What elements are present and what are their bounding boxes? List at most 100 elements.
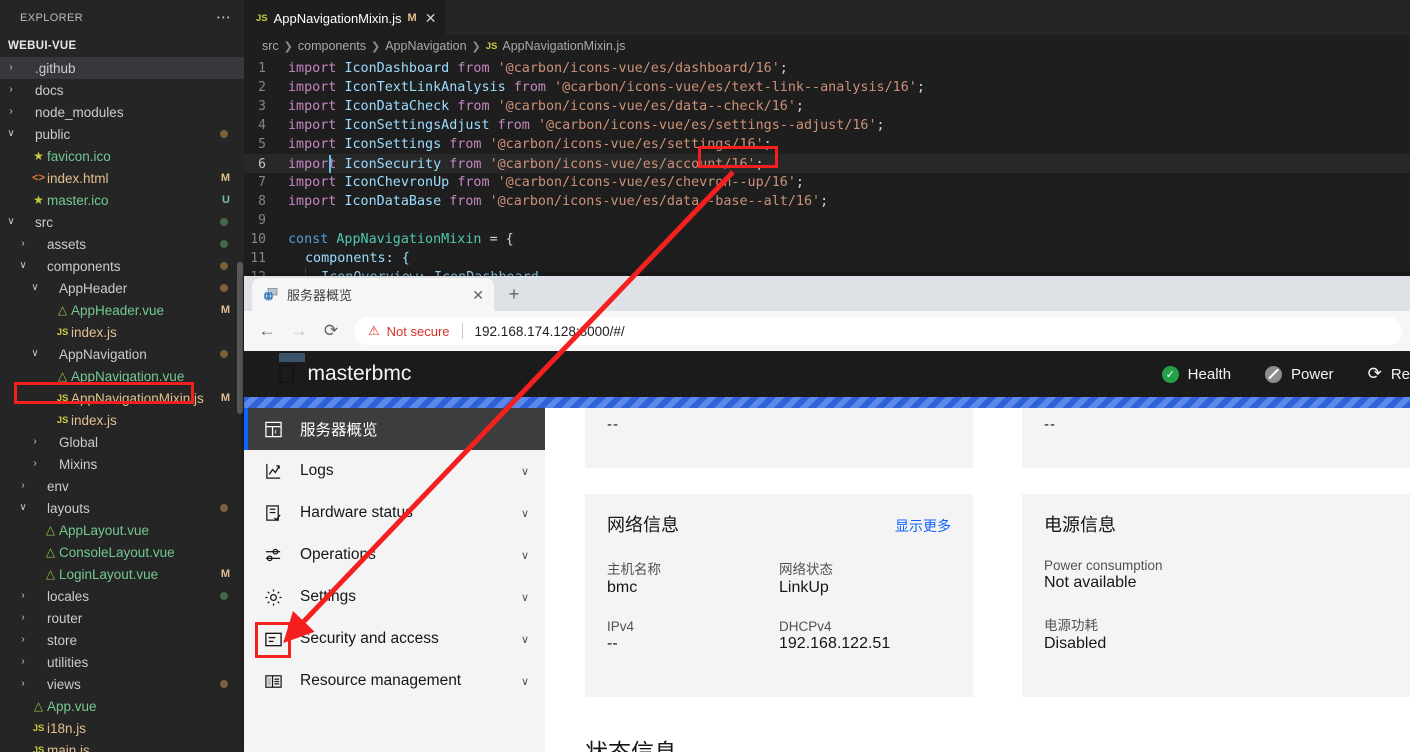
file-tree-item[interactable]: JS index.js [0,321,244,343]
file-tree-item[interactable]: ∨ AppNavigation [0,343,244,365]
close-icon[interactable]: ✕ [472,288,484,302]
browser-tab-server-overview[interactable]: 服务器概览 ✕ [252,278,494,311]
string-token: '@carbon/icons-vue/es/dashboard/16' [497,61,780,76]
file-tree-item[interactable]: › docs [0,79,244,101]
file-tree-item-label: views [47,676,81,692]
chevron-right-icon[interactable]: › [16,635,30,645]
file-tree-item[interactable]: △ App.vue [0,695,244,717]
chevron-right-icon[interactable]: › [16,679,30,689]
chevron-down-icon[interactable]: ∨ [521,633,529,646]
health-status[interactable]: ✓ Health [1161,365,1231,383]
network-card-show-more-link[interactable]: 显示更多 [895,516,951,536]
chevron-right-icon[interactable]: › [4,63,18,73]
line-number: 8 [258,194,266,209]
power-status[interactable]: Power [1265,365,1334,383]
bmc-nav-item-5[interactable]: Security and access ∨ [244,618,545,660]
file-tree-item[interactable]: JS index.js [0,409,244,431]
bmc-nav-item-4[interactable]: Settings ∨ [244,576,545,618]
editor-tab-appnavigationmixin[interactable]: JS AppNavigationMixin.js M ✕ [244,0,447,35]
explorer-scrollbar[interactable] [237,262,243,414]
file-tree-item[interactable]: ∨ src [0,211,244,233]
file-tree-item[interactable]: △ ConsoleLayout.vue [0,541,244,563]
explorer-root-folder[interactable]: WEBUI-VUE [0,35,244,57]
close-icon[interactable]: ✕ [425,11,437,25]
file-tree-item[interactable]: › node_modules [0,101,244,123]
vue-file-icon: △ [45,567,56,581]
star-file-icon: ★ [33,193,44,207]
browser-tabstrip: 服务器概览 ✕ + [244,276,1410,311]
chevron-down-icon[interactable]: ∨ [16,503,30,513]
chevron-down-icon[interactable]: ∨ [521,507,529,520]
file-tree-item[interactable]: ★ master.ico U [0,189,244,211]
bmc-nav-item-1[interactable]: Logs ∨ [244,450,545,492]
url-text[interactable]: 192.168.174.128:8000/#/ [475,324,625,339]
file-tree-item[interactable]: ∨ public [0,123,244,145]
forward-icon[interactable]: → [284,316,314,346]
file-tree-item[interactable]: JS AppNavigationMixin.js M [0,387,244,409]
chevron-down-icon[interactable]: ∨ [521,549,529,562]
chevron-right-icon[interactable]: › [4,85,18,95]
chevron-right-icon[interactable]: › [16,657,30,667]
file-tree-item[interactable]: › router [0,607,244,629]
file-tree-item[interactable]: › locales [0,585,244,607]
chevron-down-icon[interactable]: ∨ [521,675,529,688]
file-tree-item[interactable]: › assets [0,233,244,255]
chevron-right-icon[interactable]: › [4,107,18,117]
chevron-down-icon[interactable]: ∨ [521,465,529,478]
chevron-right-icon[interactable]: › [16,239,30,249]
string-token: '@carbon/icons-vue/es/settings--adjust/1… [537,118,877,133]
git-status-badge: M [220,392,230,404]
bmc-nav-item-2[interactable]: Hardware status ∨ [244,492,545,534]
code-line: 1 import IconDashboard from '@carbon/icon… [244,59,1410,78]
line-number: 9 [258,213,266,228]
chevron-down-icon[interactable]: ∨ [4,129,18,139]
file-tree-item[interactable]: ∨ layouts [0,497,244,519]
file-tree-item[interactable]: △ AppHeader.vue M [0,299,244,321]
file-tree-item[interactable]: △ LoginLayout.vue M [0,563,244,585]
file-tree-item[interactable]: › views [0,673,244,695]
security-status-label[interactable]: Not secure [387,324,450,339]
chevron-down-icon[interactable]: ∨ [16,261,30,271]
chevron-right-icon[interactable]: › [28,459,42,469]
chevron-down-icon[interactable]: ∨ [4,217,18,227]
chevron-down-icon[interactable]: ∨ [28,349,42,359]
breadcrumb-item-components[interactable]: components [298,39,366,53]
file-tree-item[interactable]: JS i18n.js [0,717,244,739]
chevron-right-icon[interactable]: › [16,591,30,601]
refresh-control[interactable]: ⟳ Re [1368,364,1410,384]
bmc-nav-item-3[interactable]: Operations ∨ [244,534,545,576]
ellipsis-icon[interactable]: ⋯ [216,10,232,25]
bmc-nav-item-0[interactable]: ‖ 服务器概览 [244,408,545,450]
file-tree-item[interactable]: ∨ components [0,255,244,277]
file-tree-item[interactable]: ∨ AppHeader [0,277,244,299]
code-line-text: components: { [305,251,410,266]
chevron-right-icon[interactable]: › [16,613,30,623]
file-tree-item[interactable]: ★ favicon.ico [0,145,244,167]
file-tree-item[interactable]: › Mixins [0,453,244,475]
file-tree-item[interactable]: › utilities [0,651,244,673]
file-tree-item[interactable]: › store [0,629,244,651]
bmc-logo[interactable]:  masterbmc [277,353,411,387]
punctuation-token: = { [489,232,514,247]
file-tree-item[interactable]: <> index.html M [0,167,244,189]
chevron-down-icon[interactable]: ∨ [28,283,42,293]
file-tree-item[interactable]: JS main.js [0,739,244,752]
chevron-down-icon[interactable]: ∨ [521,591,529,604]
chevron-right-icon[interactable]: › [16,481,30,491]
file-tree-item[interactable]: › .github [0,57,244,79]
breadcrumb-item-appnavigation[interactable]: AppNavigation [385,39,466,53]
code-line: 10 const AppNavigationMixin = { [244,230,1410,249]
new-tab-button[interactable]: + [500,280,528,308]
chevron-right-icon[interactable]: › [28,437,42,447]
address-bar[interactable]: ⚠ Not secure 192.168.174.128:8000/#/ [354,317,1402,345]
reload-icon[interactable]: ⟳ [316,316,346,346]
file-tree-item[interactable]: › Global [0,431,244,453]
git-status-badge: U [222,194,230,206]
bmc-nav-item-6[interactable]: Resource management ∨ [244,660,545,702]
back-icon[interactable]: ← [252,316,282,346]
file-tree-item[interactable]: › env [0,475,244,497]
breadcrumb-item-file[interactable]: AppNavigationMixin.js [502,39,625,53]
file-tree-item[interactable]: △ AppLayout.vue [0,519,244,541]
breadcrumb-item-src[interactable]: src [262,39,279,53]
file-tree-item[interactable]: △ AppNavigation.vue [0,365,244,387]
